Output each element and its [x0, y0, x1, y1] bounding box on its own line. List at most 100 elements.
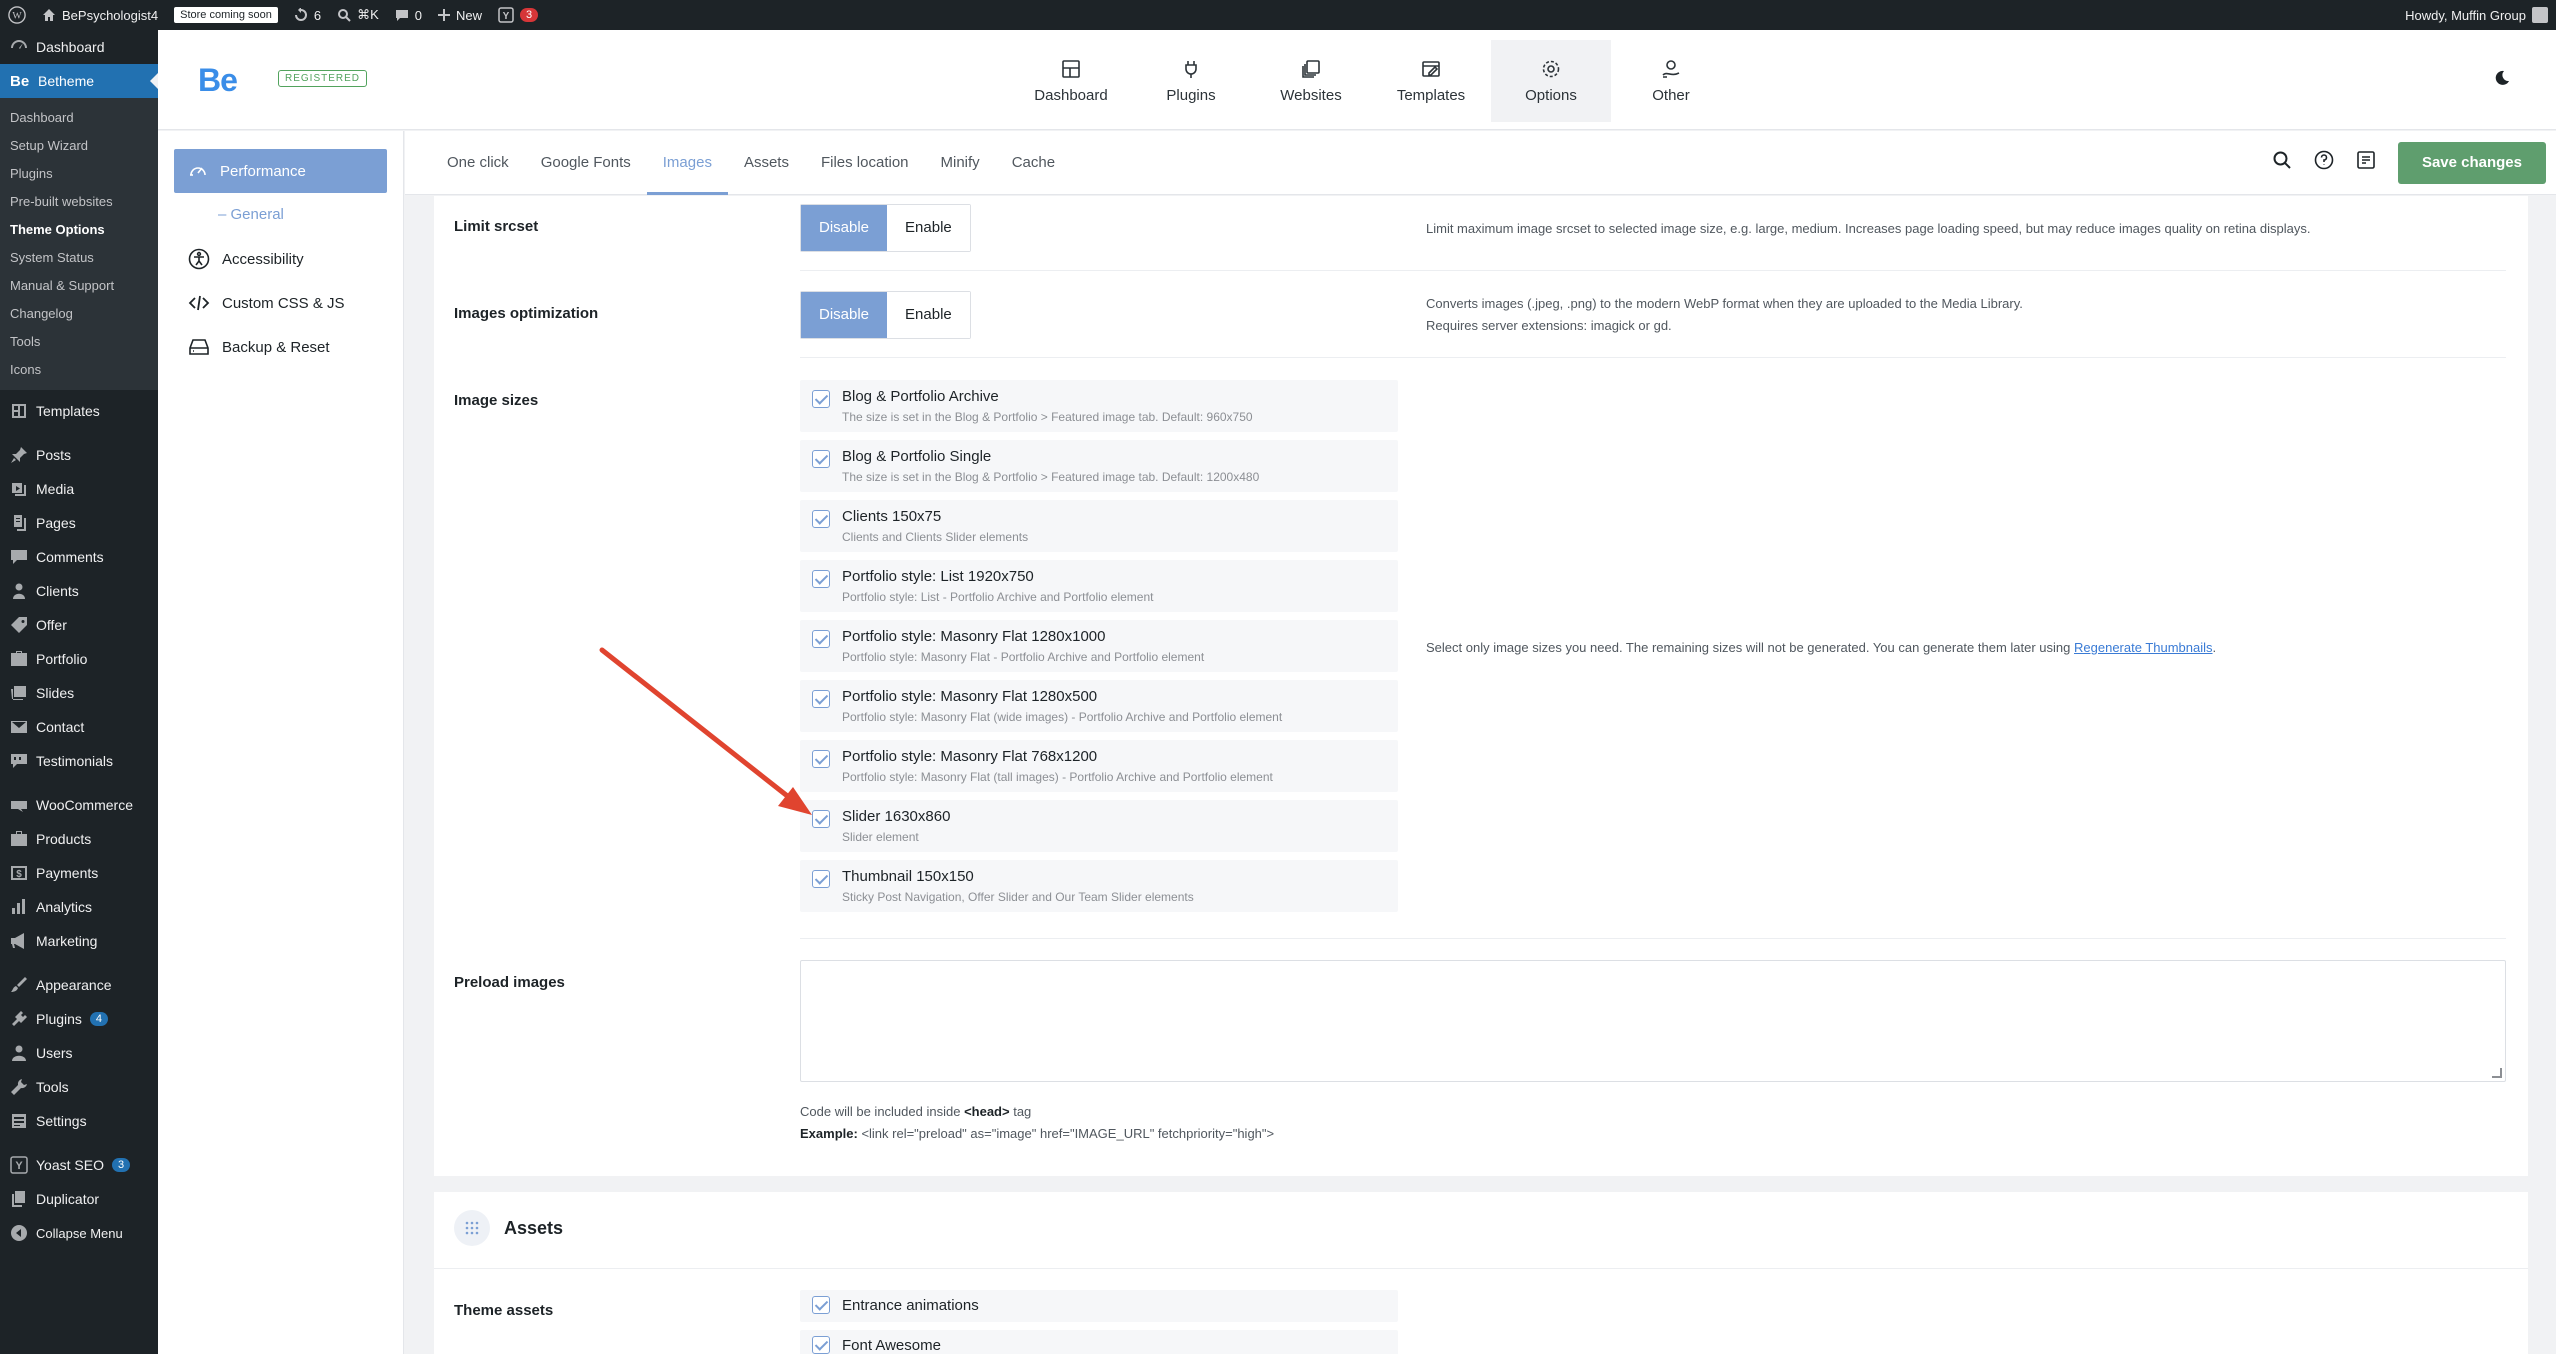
menu-offer[interactable]: Offer — [0, 608, 158, 642]
menu-analytics[interactable]: Analytics — [0, 890, 158, 924]
menu-posts[interactable]: Posts — [0, 438, 158, 472]
sidebar-item-custom-css-js[interactable]: Custom CSS & JS — [174, 281, 403, 325]
notes-button[interactable] — [2356, 150, 2376, 175]
sidebar-item-performance[interactable]: Performance — [174, 149, 387, 193]
menu-slides-label: Slides — [36, 685, 75, 701]
menu-media[interactable]: Media — [0, 472, 158, 506]
images-optimization-disable[interactable]: Disable — [801, 292, 888, 338]
menu-payments[interactable]: $ Payments — [0, 856, 158, 890]
my-account-link[interactable]: Howdy, Muffin Group — [2405, 7, 2556, 23]
menu-users[interactable]: Users — [0, 1036, 158, 1070]
updates-link[interactable]: 6 — [286, 0, 329, 30]
image-size-blog-portfolio-single[interactable]: Blog & Portfolio Single The size is set … — [800, 440, 1398, 492]
tab-cache[interactable]: Cache — [996, 131, 1071, 195]
menu-products[interactable]: Products — [0, 822, 158, 856]
limit-srcset-disable[interactable]: Disable — [801, 205, 888, 251]
image-size-masonry-768x1200[interactable]: Portfolio style: Masonry Flat 768x1200 P… — [800, 740, 1398, 792]
sidebar-item-backup-reset[interactable]: Backup & Reset — [174, 325, 403, 369]
image-size-masonry-1280x1000[interactable]: Portfolio style: Masonry Flat 1280x1000 … — [800, 620, 1398, 672]
submenu-setup-wizard[interactable]: Setup Wizard — [0, 132, 158, 160]
menu-templates[interactable]: Templates — [0, 394, 158, 428]
site-name-link[interactable]: BePsychologist4 — [34, 0, 166, 30]
checkbox-checked[interactable] — [812, 690, 830, 708]
menu-comments[interactable]: Comments — [0, 540, 158, 574]
menu-contact[interactable]: Contact — [0, 710, 158, 744]
menu-plugins[interactable]: Plugins 4 — [0, 1002, 158, 1036]
checkbox-checked[interactable] — [812, 1336, 830, 1354]
image-size-masonry-1280x500[interactable]: Portfolio style: Masonry Flat 1280x500 P… — [800, 680, 1398, 732]
checkbox-checked[interactable] — [812, 1296, 830, 1314]
checkbox-checked[interactable] — [812, 450, 830, 468]
new-content-link[interactable]: New — [430, 0, 490, 30]
save-changes-button[interactable]: Save changes — [2397, 141, 2546, 184]
checkbox-checked[interactable] — [812, 750, 830, 768]
nav-dashboard[interactable]: Dashboard — [1011, 40, 1131, 122]
menu-betheme[interactable]: Be Betheme — [0, 64, 158, 98]
tab-one-click[interactable]: One click — [431, 131, 525, 195]
checkbox-checked[interactable] — [812, 390, 830, 408]
dark-mode-toggle[interactable] — [2494, 70, 2510, 91]
submenu-manual-support[interactable]: Manual & Support — [0, 272, 158, 300]
submenu-tools[interactable]: Tools — [0, 328, 158, 356]
menu-woocommerce[interactable]: WooCommerce — [0, 788, 158, 822]
menu-marketing[interactable]: Marketing — [0, 924, 158, 958]
checkbox-checked[interactable] — [812, 870, 830, 888]
menu-tools[interactable]: Tools — [0, 1070, 158, 1104]
image-size-blog-portfolio-archive[interactable]: Blog & Portfolio Archive The size is set… — [800, 380, 1398, 432]
submenu-icons[interactable]: Icons — [0, 356, 158, 384]
tab-images[interactable]: Images — [646, 131, 729, 195]
tab-files-location[interactable]: Files location — [805, 131, 925, 195]
checkbox-checked[interactable] — [812, 630, 830, 648]
nav-other[interactable]: Other — [1611, 40, 1731, 122]
sidebar-item-accessibility[interactable]: Accessibility — [174, 237, 403, 281]
yoast-link[interactable]: Y 3 — [490, 0, 546, 30]
limit-srcset-enable[interactable]: Enable — [887, 205, 970, 251]
images-optimization-enable[interactable]: Enable — [887, 292, 970, 338]
regenerate-thumbnails-link[interactable]: Regenerate Thumbnails — [2074, 640, 2213, 655]
menu-testimonials[interactable]: Testimonials — [0, 744, 158, 778]
nav-websites[interactable]: Websites — [1251, 40, 1371, 122]
submenu-plugins[interactable]: Plugins — [0, 160, 158, 188]
tab-assets[interactable]: Assets — [728, 131, 805, 195]
comments-link[interactable]: 0 — [387, 0, 430, 30]
betheme-logo[interactable]: Be — [198, 62, 238, 99]
menu-settings[interactable]: Settings — [0, 1104, 158, 1138]
image-size-thumbnail[interactable]: Thumbnail 150x150 Sticky Post Navigation… — [800, 860, 1398, 912]
checkbox-checked[interactable] — [812, 510, 830, 528]
menu-portfolio[interactable]: Portfolio — [0, 642, 158, 676]
store-coming-soon-link[interactable]: Store coming soon — [166, 0, 286, 30]
submenu-changelog[interactable]: Changelog — [0, 300, 158, 328]
menu-slides[interactable]: Slides — [0, 676, 158, 710]
menu-yoast-seo[interactable]: Y Yoast SEO 3 — [0, 1148, 158, 1182]
submenu-prebuilt-websites[interactable]: Pre-built websites — [0, 188, 158, 216]
menu-duplicator[interactable]: Duplicator — [0, 1182, 158, 1216]
tab-google-fonts[interactable]: Google Fonts — [525, 131, 647, 195]
menu-clients[interactable]: Clients — [0, 574, 158, 608]
image-size-portfolio-list[interactable]: Portfolio style: List 1920x750 Portfolio… — [800, 560, 1398, 612]
nav-templates[interactable]: Templates — [1371, 40, 1491, 122]
menu-pages[interactable]: Pages — [0, 506, 158, 540]
checkbox-checked[interactable] — [812, 570, 830, 588]
asset-entrance-animations[interactable]: Entrance animations — [800, 1290, 1398, 1322]
preload-images-textarea[interactable] — [800, 960, 2506, 1082]
nav-options[interactable]: Options — [1491, 40, 1611, 122]
nav-plugins[interactable]: Plugins — [1131, 40, 1251, 122]
menu-betheme-label: Betheme — [38, 73, 95, 89]
menu-appearance[interactable]: Appearance — [0, 968, 158, 1002]
menu-dashboard[interactable]: Dashboard — [0, 30, 158, 64]
command-search-link[interactable]: ⌘K — [329, 0, 387, 30]
resize-handle-icon[interactable] — [2492, 1068, 2502, 1078]
submenu-system-status[interactable]: System Status — [0, 244, 158, 272]
help-button[interactable] — [2314, 150, 2334, 175]
submenu-dashboard[interactable]: Dashboard — [0, 104, 158, 132]
submenu-theme-options[interactable]: Theme Options — [0, 216, 158, 244]
checkbox-checked[interactable] — [812, 810, 830, 828]
collapse-menu-button[interactable]: Collapse Menu — [0, 1216, 158, 1250]
tab-minify[interactable]: Minify — [925, 131, 996, 195]
asset-font-awesome[interactable]: Font Awesome — [800, 1330, 1398, 1354]
image-size-clients[interactable]: Clients 150x75 Clients and Clients Slide… — [800, 500, 1398, 552]
wordpress-logo-icon[interactable]: W — [0, 0, 34, 30]
search-button[interactable] — [2272, 150, 2292, 175]
sidebar-subitem-general[interactable]: – General — [158, 193, 403, 237]
image-size-slider[interactable]: Slider 1630x860 Slider element — [800, 800, 1398, 852]
